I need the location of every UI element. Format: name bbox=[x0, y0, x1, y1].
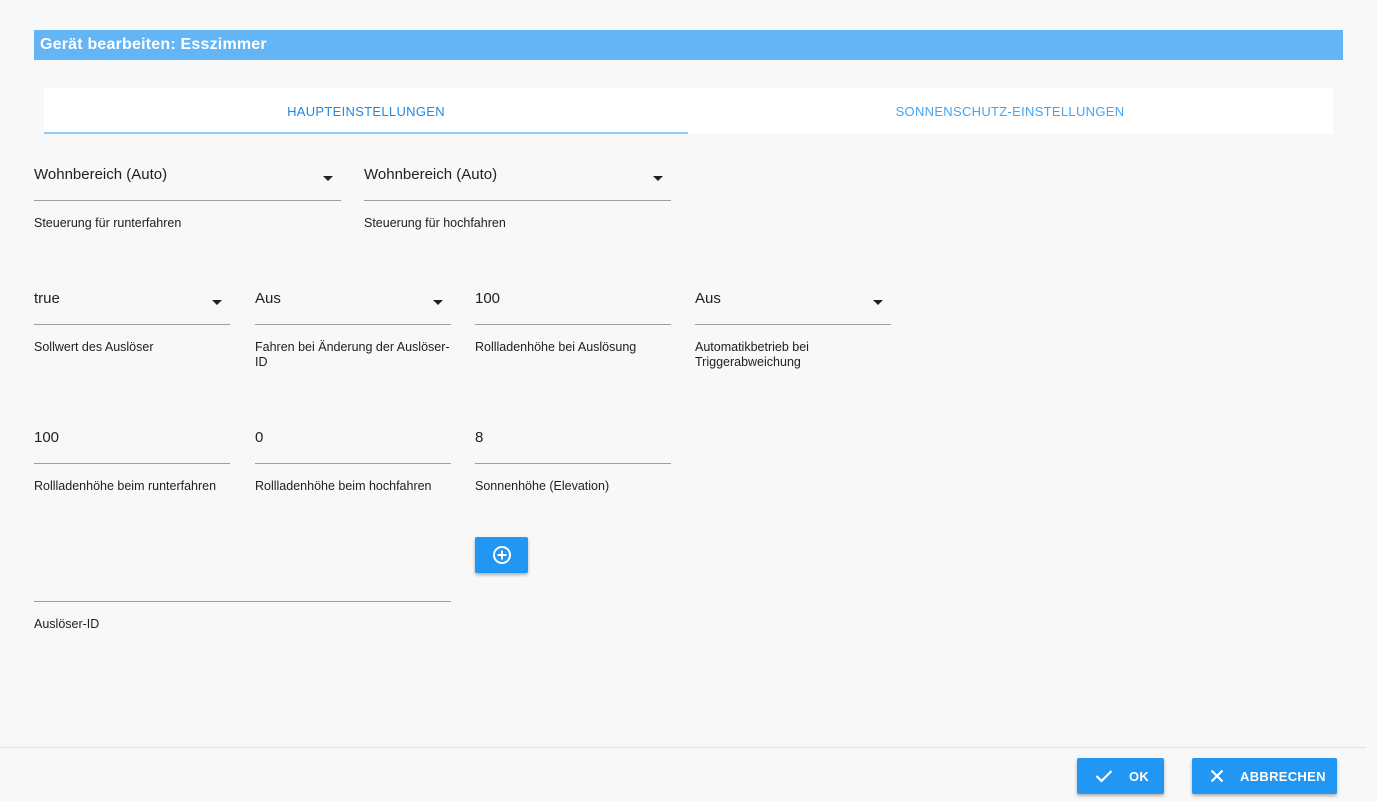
auto-mode-on-deviation-select[interactable]: Aus bbox=[695, 280, 891, 325]
height-down-input-field: 100 Rollladenhöhe beim runterfahren bbox=[34, 419, 230, 494]
trigger-setpoint-label: Sollwert des Auslöser bbox=[34, 340, 154, 354]
drive-on-trigger-change-select-field: Aus Fahren bei Änderung der Auslöser-ID bbox=[255, 280, 451, 370]
sun-elevation-input-field: 8 Sonnenhöhe (Elevation) bbox=[475, 419, 671, 494]
sun-elevation-input[interactable]: 8 bbox=[475, 419, 671, 464]
height-up-input[interactable]: 0 bbox=[255, 419, 451, 464]
drive-on-trigger-change-select[interactable]: Aus bbox=[255, 280, 451, 325]
up-control-value: Wohnbereich (Auto) bbox=[364, 166, 498, 183]
trigger-id-input-field: Auslöser-ID bbox=[34, 557, 451, 632]
height-on-trigger-label: Rollladenhöhe bei Auslösung bbox=[475, 340, 637, 354]
active-tab-indicator bbox=[44, 132, 688, 134]
sun-elevation-label: Sonnenhöhe (Elevation) bbox=[475, 479, 610, 493]
sun-elevation-value: 8 bbox=[475, 429, 484, 446]
height-down-input[interactable]: 100 bbox=[34, 419, 230, 464]
dropdown-arrow-icon bbox=[433, 300, 443, 305]
add-circle-icon bbox=[492, 545, 512, 565]
down-control-select[interactable]: Wohnbereich (Auto) bbox=[34, 156, 341, 201]
tab-main-settings-label: HAUPTEINSTELLUNGEN bbox=[287, 103, 445, 119]
down-control-label: Steuerung für runterfahren bbox=[34, 216, 182, 230]
cancel-button[interactable]: ABBRECHEN bbox=[1192, 758, 1337, 794]
height-down-label: Rollladenhöhe beim runterfahren bbox=[34, 479, 217, 493]
tab-sun-protection-settings-label: SONNENSCHUTZ-EINSTELLUNGEN bbox=[895, 103, 1125, 119]
auto-mode-on-deviation-select-field: Aus Automatikbetrieb bei Triggerabweichu… bbox=[695, 280, 891, 370]
check-icon bbox=[1095, 769, 1113, 783]
down-control-select-field: Wohnbereich (Auto) Steuerung für runterf… bbox=[34, 156, 341, 231]
auto-mode-on-deviation-label: Automatikbetrieb bei Triggerabweichung bbox=[695, 340, 809, 369]
up-control-select-field: Wohnbereich (Auto) Steuerung für hochfah… bbox=[364, 156, 671, 231]
dropdown-arrow-icon bbox=[873, 300, 883, 305]
up-control-select[interactable]: Wohnbereich (Auto) bbox=[364, 156, 671, 201]
height-up-value: 0 bbox=[255, 429, 264, 446]
trigger-setpoint-value: true bbox=[34, 290, 60, 307]
trigger-setpoint-select-field: true Sollwert des Auslöser bbox=[34, 280, 230, 355]
edit-device-dialog: Gerät bearbeiten: Esszimmer HAUPTEINSTEL… bbox=[0, 0, 1377, 801]
trigger-setpoint-select[interactable]: true bbox=[34, 280, 230, 325]
trigger-id-label: Auslöser-ID bbox=[34, 617, 100, 631]
tab-sun-protection-settings[interactable]: SONNENSCHUTZ-EINSTELLUNGEN bbox=[688, 88, 1332, 134]
down-control-value: Wohnbereich (Auto) bbox=[34, 166, 168, 183]
up-control-label: Steuerung für hochfahren bbox=[364, 216, 506, 230]
ok-button[interactable]: OK bbox=[1077, 758, 1164, 794]
tab-main-settings[interactable]: HAUPTEINSTELLUNGEN bbox=[44, 88, 688, 134]
height-down-value: 100 bbox=[34, 429, 60, 446]
dropdown-arrow-icon bbox=[212, 300, 222, 305]
height-on-trigger-value: 100 bbox=[475, 290, 501, 307]
dialog-title: Gerät bearbeiten: Esszimmer bbox=[40, 36, 267, 53]
height-up-label: Rollladenhöhe beim hochfahren bbox=[255, 479, 432, 493]
auto-mode-on-deviation-value: Aus bbox=[695, 290, 721, 307]
drive-on-trigger-change-label: Fahren bei Änderung der Auslöser-ID bbox=[255, 340, 450, 369]
footer-divider bbox=[0, 747, 1366, 748]
cancel-button-label: ABBRECHEN bbox=[1240, 768, 1326, 784]
close-icon bbox=[1210, 769, 1224, 783]
height-on-trigger-input[interactable]: 100 bbox=[475, 280, 671, 325]
drive-on-trigger-change-value: Aus bbox=[255, 290, 281, 307]
tab-bar: HAUPTEINSTELLUNGEN SONNENSCHUTZ-EINSTELL… bbox=[44, 88, 1333, 134]
dropdown-arrow-icon bbox=[323, 176, 333, 181]
trigger-id-input[interactable] bbox=[34, 557, 451, 602]
height-on-trigger-input-field: 100 Rollladenhöhe bei Auslösung bbox=[475, 280, 671, 355]
ok-button-label: OK bbox=[1129, 768, 1150, 784]
add-trigger-button[interactable] bbox=[475, 537, 528, 573]
dialog-title-bar: Gerät bearbeiten: Esszimmer bbox=[34, 30, 1343, 60]
height-up-input-field: 0 Rollladenhöhe beim hochfahren bbox=[255, 419, 451, 494]
dropdown-arrow-icon bbox=[653, 176, 663, 181]
